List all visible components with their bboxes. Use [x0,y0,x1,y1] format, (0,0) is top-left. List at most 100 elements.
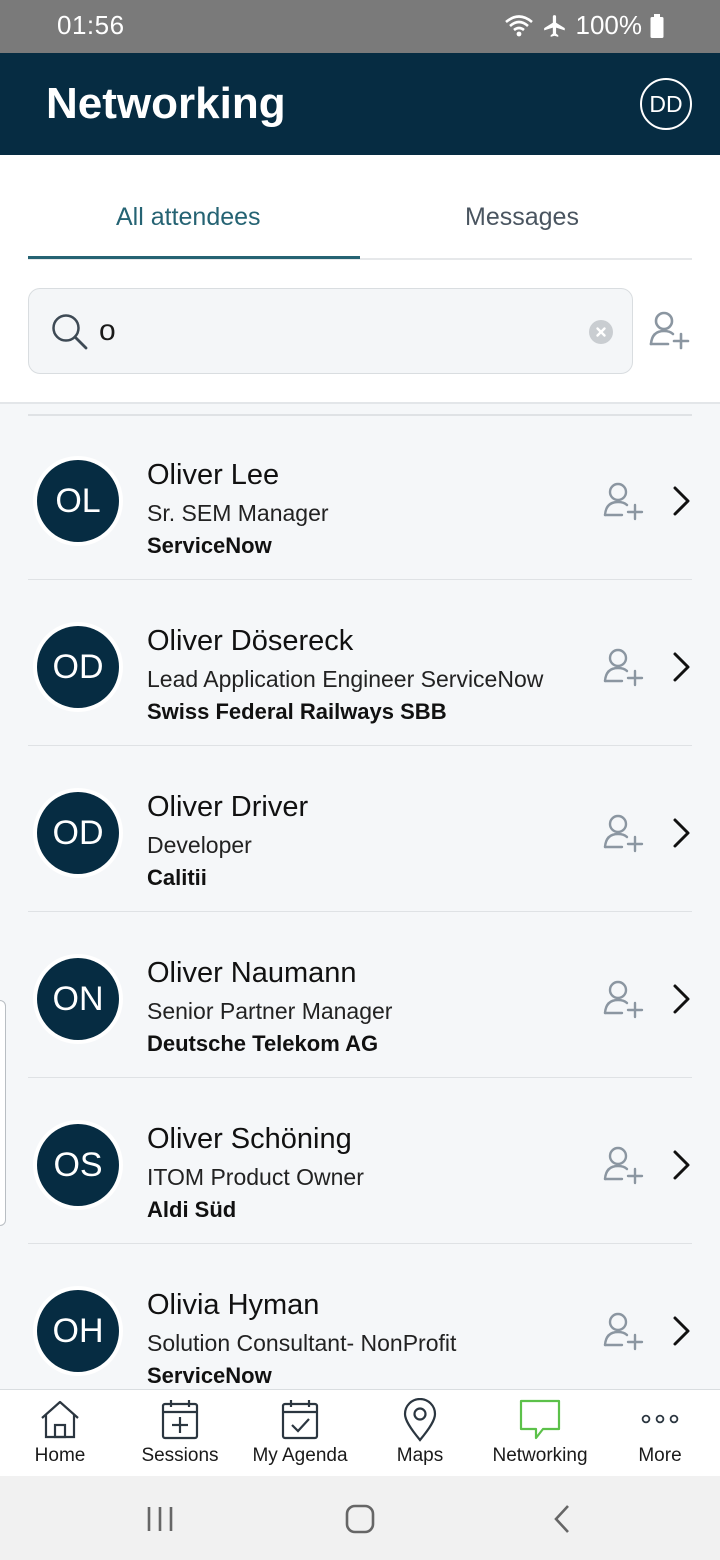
attendee-row[interactable]: OD Oliver Driver Developer Calitii [0,746,720,912]
nav-label: My Agenda [252,1445,348,1466]
side-handle[interactable] [0,1000,6,1226]
avatar: OS [33,1120,123,1210]
avatar: OD [33,788,123,878]
active-tab-indicator [28,256,360,259]
avatar: OD [33,622,123,712]
attendee-role: Sr. SEM Manager [147,500,329,526]
battery-level: 100% [575,10,643,40]
attendee-row[interactable]: OH Olivia Hyman Solution Consultant- NonPr… [0,1244,720,1390]
tab-all-attendees[interactable]: All attendees [116,203,261,232]
attendee-name: Oliver Driver [147,791,309,823]
attendee-name: Oliver Lee [147,459,280,491]
add-user-icon [603,980,644,1019]
open-profile-button[interactable] [671,1314,693,1353]
chevron-right-icon [673,818,690,848]
attendee-role: ITOM Product Owner [147,1164,364,1190]
nav-home[interactable]: Home [0,1390,120,1477]
clear-search-button[interactable] [589,320,613,344]
avatar-initials: OH [37,1290,119,1372]
open-profile-button[interactable] [671,982,693,1021]
connect-button[interactable] [602,647,646,692]
attendee-company: ServiceNow [147,533,272,558]
chat-bubble-icon [519,1399,561,1440]
avatar: OH [33,1286,123,1376]
home-square-icon [345,1504,375,1534]
avatar: OL [33,456,123,546]
add-user-icon [603,482,644,521]
app-header: Networking DD [0,53,720,155]
attendee-list: OL Oliver Lee Sr. SEM Manager ServiceNow OD O… [0,404,720,1390]
airplane-icon [542,13,568,39]
add-contact-button[interactable] [648,310,692,355]
connect-button[interactable] [602,1311,646,1356]
attendee-role: Solution Consultant- NonProfit [147,1330,457,1356]
add-user-icon [603,648,644,687]
attendee-company: ServiceNow [147,1363,272,1388]
recent-apps-button[interactable] [146,1504,174,1539]
back-button[interactable] [552,1504,572,1539]
open-profile-button[interactable] [671,1148,693,1187]
system-nav-bar [0,1476,720,1560]
connect-button[interactable] [602,979,646,1024]
attendee-name: Oliver Dösereck [147,625,354,657]
attendee-row[interactable]: ON Oliver Naumann Senior Partner Manager De… [0,912,720,1078]
home-system-button[interactable] [345,1504,375,1539]
attendee-company: Deutsche Telekom AG [147,1031,379,1056]
chevron-right-icon [673,1316,690,1346]
attendee-role: Senior Partner Manager [147,998,393,1024]
attendee-name: Olivia Hyman [147,1289,320,1321]
nav-label: More [638,1445,682,1466]
nav-label: Home [34,1445,86,1466]
attendee-row[interactable]: OD Oliver Dösereck Lead Application Engine… [0,580,720,746]
attendee-row[interactable]: OS Oliver Schöning ITOM Product Owner Aldi … [0,1078,720,1244]
back-chevron-icon [554,1505,569,1533]
nav-my-agenda[interactable]: My Agenda [240,1390,360,1477]
attendee-company: Calitii [147,865,207,890]
calendar-plus-icon [161,1400,199,1440]
close-icon [596,327,606,337]
add-user-icon [603,1146,644,1185]
nav-networking[interactable]: Networking [480,1390,600,1477]
open-profile-button[interactable] [671,650,693,689]
chevron-right-icon [673,984,690,1014]
nav-label: Networking [492,1445,588,1466]
avatar-initials: OS [37,1124,119,1206]
chevron-right-icon [673,486,690,516]
add-user-icon [649,311,690,350]
bottom-nav: Home Sessions My Agenda Maps Networking … [0,1389,720,1476]
open-profile-button[interactable] [671,816,693,855]
nav-sessions[interactable]: Sessions [120,1390,240,1477]
status-bar: 01:56 100% [0,0,720,53]
profile-avatar-button[interactable]: DD [640,78,692,130]
nav-label: Maps [396,1445,444,1466]
home-icon [41,1400,79,1439]
recents-icon [147,1507,173,1531]
search-input[interactable] [99,311,579,351]
tab-messages[interactable]: Messages [465,203,579,232]
attendee-row[interactable]: OL Oliver Lee Sr. SEM Manager ServiceNow [0,414,720,580]
avatar-initials: OD [37,792,119,874]
connect-button[interactable] [602,481,646,526]
connect-button[interactable] [602,813,646,858]
add-user-icon [603,814,644,853]
nav-more[interactable]: More [600,1390,720,1477]
wifi-icon [504,13,534,39]
connect-button[interactable] [602,1145,646,1190]
status-icons: 100% [504,10,665,41]
avatar-initials: OL [37,460,119,542]
chevron-right-icon [673,1150,690,1180]
attendee-role: Developer [147,832,252,858]
page-title: Networking [46,79,286,128]
chevron-right-icon [673,652,690,682]
search-box [28,288,633,374]
nav-maps[interactable]: Maps [360,1390,480,1477]
status-time: 01:56 [57,10,125,40]
avatar: ON [33,954,123,1044]
tab-bar: All attendees Messages [28,155,692,260]
attendee-company: Aldi Süd [147,1197,237,1222]
map-pin-icon [403,1398,437,1442]
open-profile-button[interactable] [671,484,693,523]
search-icon [51,313,89,356]
attendee-company: Swiss Federal Railways SBB [147,699,447,724]
avatar-initials: OD [37,626,119,708]
